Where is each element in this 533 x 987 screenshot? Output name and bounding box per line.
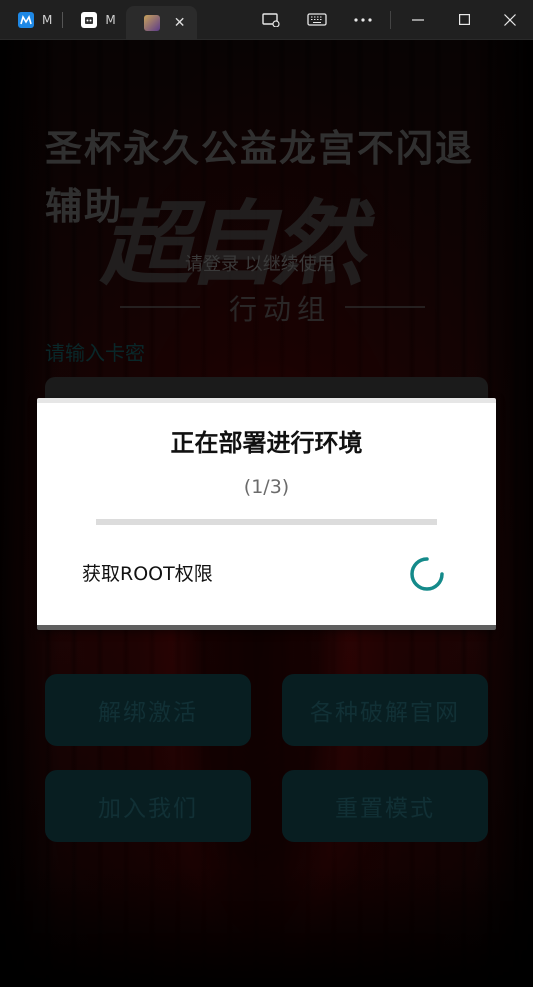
app-icon-blue: [18, 11, 34, 28]
keyboard-icon[interactable]: [294, 0, 340, 40]
dialog-title: 正在部署进行环境: [170, 429, 363, 457]
loading-spinner-icon: [410, 557, 444, 591]
dialog-step-counter: (1/3): [243, 476, 290, 498]
dialog-task-label: 获取ROOT权限: [82, 563, 213, 585]
tab-label: M: [105, 12, 116, 27]
deploy-progress-bar: [96, 519, 437, 525]
browser-tab-3-active[interactable]: ✕: [125, 5, 198, 40]
minimize-icon[interactable]: [395, 0, 441, 40]
cast-icon[interactable]: [248, 0, 294, 40]
window-titlebar: M M ✕: [0, 0, 533, 40]
game-icon: [143, 14, 160, 31]
close-icon[interactable]: [487, 0, 533, 40]
tab-label: M: [42, 12, 53, 27]
browser-tab-2[interactable]: M: [63, 0, 125, 40]
browser-tab-1[interactable]: M: [0, 0, 62, 40]
deploy-dialog: 正在部署进行环境 (1/3) 获取ROOT权限: [37, 398, 496, 630]
maximize-icon[interactable]: [441, 0, 487, 40]
tab-close-icon[interactable]: ✕: [174, 15, 186, 31]
titlebar-divider: [390, 10, 391, 29]
more-icon[interactable]: [340, 0, 386, 40]
robot-icon: [81, 11, 98, 28]
